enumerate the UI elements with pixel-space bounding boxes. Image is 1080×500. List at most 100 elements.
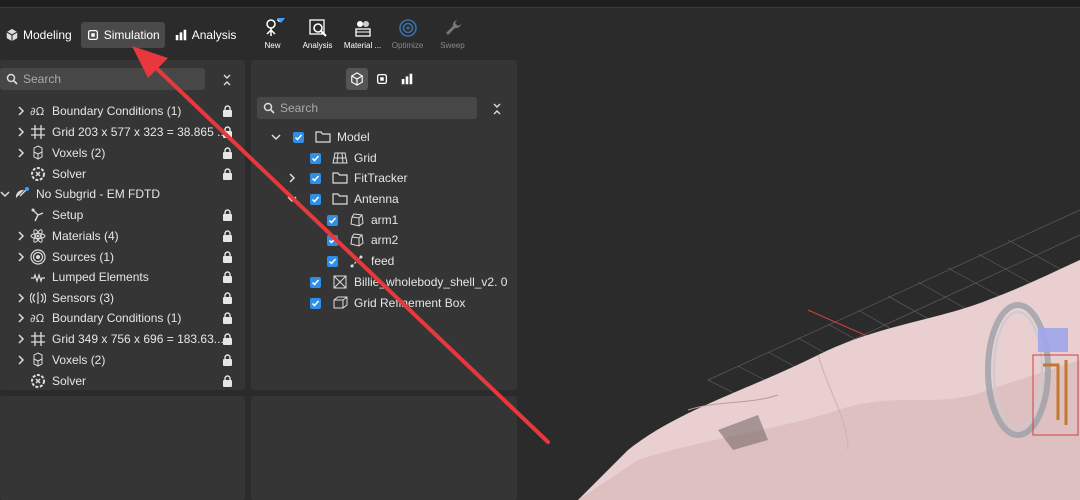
optimize-button[interactable]: Optimize — [385, 18, 430, 50]
tree-item-label: Sources (1) — [52, 250, 115, 264]
simulation-tree-panel: ∂Ω Boundary Conditions (1) Grid 203 x 57… — [0, 60, 245, 390]
tree-item-label: Voxels (2) — [52, 353, 106, 367]
visibility-checkbox[interactable] — [310, 172, 321, 184]
chevron-down-icon[interactable] — [271, 132, 281, 142]
chevron-right-icon[interactable] — [287, 173, 297, 183]
mesh-icon — [333, 275, 347, 289]
lock-icon[interactable] — [222, 354, 233, 366]
visibility-checkbox[interactable] — [327, 214, 338, 226]
lock-icon[interactable] — [222, 105, 233, 117]
visibility-checkbox[interactable] — [310, 276, 321, 288]
tree-item-lumped-elements[interactable]: Lumped Elements — [30, 267, 245, 287]
folder-icon — [332, 172, 348, 184]
3d-viewport[interactable] — [518, 10, 1080, 500]
tab-analysis-view[interactable] — [396, 68, 418, 90]
model-item-label: FitTracker — [354, 171, 408, 185]
tree-item-boundary-conditions-2[interactable]: ∂Ω Boundary Conditions (1) — [16, 308, 245, 328]
chevron-right-icon[interactable] — [16, 355, 26, 365]
chevron-right-icon[interactable] — [16, 106, 26, 116]
tree-item-label: Setup — [52, 208, 84, 222]
tab-modeling[interactable]: Modeling — [0, 22, 77, 48]
wrench-icon — [445, 20, 461, 35]
chip-icon — [87, 29, 98, 41]
visibility-checkbox[interactable] — [310, 193, 321, 205]
tree-item-voxels-2[interactable]: Voxels (2) — [16, 350, 245, 370]
model-item-arm2[interactable]: arm2 — [327, 230, 398, 250]
lock-icon[interactable] — [222, 147, 233, 159]
material-button[interactable]: Material ... — [340, 18, 385, 50]
tree-item-label: Boundary Conditions (1) — [52, 311, 182, 325]
tab-simulation[interactable]: Simulation — [80, 22, 165, 48]
chevron-right-icon[interactable] — [16, 334, 26, 344]
properties-panel — [0, 396, 245, 500]
lock-icon[interactable] — [222, 209, 233, 221]
model-item-label: feed — [371, 254, 395, 268]
model-item-body-shell[interactable]: Billie_wholebody_shell_v2. 0 — [310, 272, 507, 292]
target-icon — [398, 19, 417, 37]
source-icon — [30, 249, 46, 265]
lock-icon[interactable] — [222, 292, 233, 304]
tab-model-view[interactable] — [346, 68, 368, 90]
model-item-model[interactable]: Model — [271, 127, 370, 147]
tab-analysis[interactable]: Analysis — [169, 22, 242, 48]
tree-item-grid[interactable]: Grid 203 x 577 x 323 = 38.865 ... — [16, 122, 245, 142]
model-item-grid-refinement-box[interactable]: Grid Refinement Box — [310, 293, 465, 313]
chevron-right-icon[interactable] — [16, 148, 26, 158]
tree-item-grid-2[interactable]: Grid 349 x 756 x 696 = 183.63... — [16, 329, 245, 349]
tree-item-voxels[interactable]: Voxels (2) — [16, 143, 245, 163]
model-item-arm1[interactable]: arm1 — [327, 210, 398, 230]
tree-item-label: Voxels (2) — [52, 146, 106, 160]
chevron-right-icon[interactable] — [16, 127, 26, 137]
model-item-label: arm1 — [371, 213, 399, 227]
analysis-button[interactable]: Analysis — [295, 18, 340, 50]
voxels-icon — [33, 352, 43, 367]
chevron-right-icon[interactable] — [16, 231, 26, 241]
model-item-fittracker[interactable]: FitTracker — [287, 168, 408, 188]
analysis-button-label: Analysis — [302, 41, 333, 50]
left-search-input[interactable] — [23, 72, 173, 86]
lock-icon[interactable] — [222, 230, 233, 242]
lock-icon[interactable] — [222, 251, 233, 263]
dropdown-caret-icon — [277, 18, 285, 23]
sweep-button-label: Sweep — [440, 41, 465, 50]
collapse-all-icon[interactable] — [490, 102, 504, 116]
lock-icon[interactable] — [222, 168, 233, 180]
chevron-down-icon[interactable] — [0, 189, 10, 199]
solid-icon — [350, 213, 364, 227]
model-search-input[interactable] — [280, 101, 430, 115]
visibility-checkbox[interactable] — [327, 255, 338, 267]
model-item-grid[interactable]: Grid — [310, 148, 377, 168]
visibility-checkbox[interactable] — [310, 152, 321, 164]
tab-simulation-view[interactable] — [371, 68, 393, 90]
visibility-checkbox[interactable] — [310, 297, 321, 309]
toolbar: New Analysis Material ... Optimize Sweep — [250, 18, 475, 50]
folder-icon — [332, 193, 348, 205]
visibility-checkbox[interactable] — [293, 131, 304, 143]
model-item-antenna[interactable]: Antenna — [287, 189, 399, 209]
chevron-down-icon[interactable] — [287, 194, 297, 204]
collapse-all-icon[interactable] — [220, 73, 234, 87]
model-item-feed[interactable]: feed — [327, 251, 394, 271]
sweep-button[interactable]: Sweep — [430, 18, 475, 50]
tree-item-label: Lumped Elements — [52, 270, 149, 284]
tree-item-solver[interactable]: Solver — [30, 164, 245, 184]
lock-icon[interactable] — [222, 312, 233, 324]
chevron-right-icon[interactable] — [16, 293, 26, 303]
left-search-box[interactable] — [0, 68, 205, 90]
tree-item-solver-2[interactable]: Solver — [30, 371, 245, 391]
tree-item-subgrid[interactable]: No Subgrid - EM FDTD — [0, 184, 245, 204]
tree-item-materials[interactable]: Materials (4) — [16, 226, 245, 246]
lock-icon[interactable] — [222, 375, 233, 387]
tree-item-boundary-conditions[interactable]: ∂Ω Boundary Conditions (1) — [16, 101, 245, 121]
visibility-checkbox[interactable] — [327, 234, 338, 246]
tree-item-sensors[interactable]: Sensors (3) — [16, 288, 245, 308]
model-search-box[interactable] — [257, 97, 477, 119]
tree-item-sources[interactable]: Sources (1) — [16, 247, 245, 267]
tree-item-setup[interactable]: Setup — [30, 205, 245, 225]
lock-icon[interactable] — [222, 271, 233, 283]
lock-icon[interactable] — [222, 333, 233, 345]
new-button[interactable]: New — [250, 18, 295, 50]
chevron-right-icon[interactable] — [16, 252, 26, 262]
chevron-right-icon[interactable] — [16, 313, 26, 323]
lock-icon[interactable] — [222, 126, 233, 138]
